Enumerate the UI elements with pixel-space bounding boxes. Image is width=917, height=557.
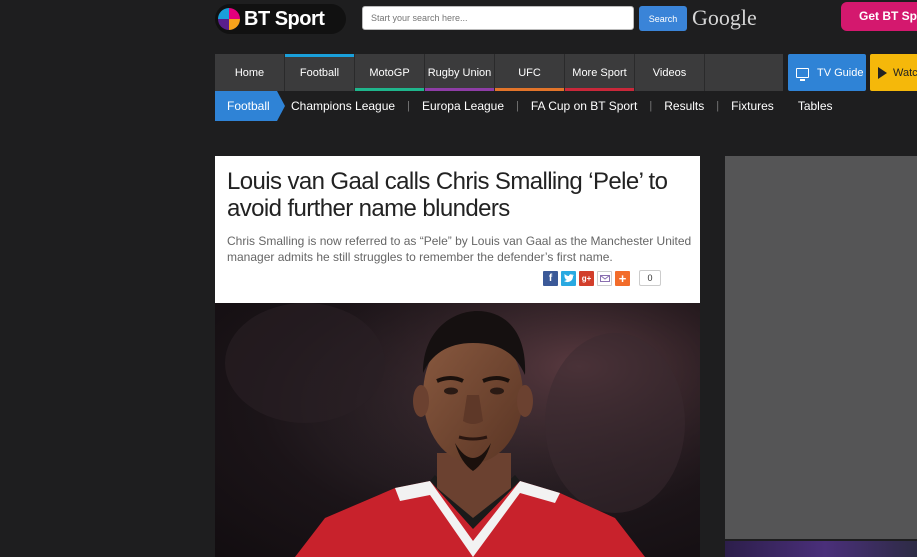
sub-nav-tables[interactable]: Tables	[798, 99, 833, 113]
watch-label: Watch	[893, 66, 917, 79]
search-input[interactable]	[362, 6, 634, 30]
facebook-icon[interactable]: f	[543, 270, 558, 286]
google-plus-icon[interactable]: g+	[579, 270, 594, 286]
logo-text: BT Sport	[244, 7, 325, 30]
nav-ufc[interactable]: UFC	[495, 54, 565, 91]
sub-nav: Football Champions League | Europa Leagu…	[215, 91, 833, 121]
article-header: Louis van Gaal calls Chris Smalling ‘Pel…	[215, 156, 700, 303]
sub-nav-divider: |	[407, 100, 410, 112]
tv-guide-label: TV Guide	[817, 66, 864, 79]
nav-videos[interactable]: Videos	[635, 54, 705, 91]
tv-icon	[796, 67, 809, 81]
sub-nav-fa-cup[interactable]: FA Cup on BT Sport	[531, 99, 638, 113]
player-photo	[215, 303, 700, 557]
nav-videos-label: Videos	[652, 66, 687, 79]
search-button[interactable]: Search	[639, 6, 687, 31]
nav-football-indicator	[285, 54, 354, 57]
tv-guide-button[interactable]: TV Guide	[788, 54, 866, 91]
nav-football-label: Football	[299, 66, 340, 79]
sub-nav-champions-league[interactable]: Champions League	[291, 99, 395, 113]
article-headline: Louis van Gaal calls Chris Smalling ‘Pel…	[227, 168, 668, 222]
nav-more-sport-label: More Sport	[572, 66, 627, 79]
nav-motogp-label: MotoGP	[369, 66, 410, 79]
nav-football[interactable]: Football	[285, 54, 355, 91]
sub-nav-divider: |	[716, 100, 720, 112]
google-logo: Google	[692, 5, 757, 30]
article-hero-image	[215, 303, 700, 557]
nav-ufc-label: UFC	[518, 66, 541, 79]
bt-globe-icon	[218, 8, 240, 30]
sub-nav-results[interactable]: Results	[664, 99, 704, 113]
sub-nav-divider: |	[516, 100, 519, 112]
sidebar-promo-thumbnail[interactable]	[725, 541, 917, 557]
addthis-plus-icon[interactable]: +	[615, 270, 630, 286]
twitter-icon[interactable]	[561, 270, 576, 286]
share-bar: f g+ + 0	[543, 270, 661, 286]
share-count: 0	[639, 270, 661, 286]
nav-home[interactable]: Home	[215, 54, 285, 91]
nav-motogp[interactable]: MotoGP	[355, 54, 425, 91]
sub-nav-europa-league[interactable]: Europa League	[422, 99, 504, 113]
play-icon	[878, 66, 887, 79]
nav-more-sport[interactable]: More Sport	[565, 54, 635, 91]
get-bt-sport-button[interactable]: Get BT Sp	[841, 2, 917, 31]
sub-nav-fixtures[interactable]: Fixtures	[731, 99, 774, 113]
bt-sport-logo[interactable]: BT Sport	[215, 4, 346, 34]
right-sidebar-panel	[725, 156, 917, 539]
sub-nav-divider: |	[649, 100, 653, 112]
email-icon[interactable]	[597, 270, 612, 286]
watch-button[interactable]: Watch	[870, 54, 917, 91]
nav-rugby-union[interactable]: Rugby Union	[425, 54, 495, 91]
nav-home-label: Home	[234, 66, 265, 79]
article-standfirst: Chris Smalling is now referred to as “Pe…	[227, 234, 692, 264]
sub-nav-football-label: Football	[227, 99, 270, 113]
main-nav: Home Football MotoGP Rugby Union UFC Mor…	[215, 54, 783, 91]
nav-rugby-label: Rugby Union	[427, 66, 492, 79]
sub-nav-football[interactable]: Football	[215, 91, 285, 121]
